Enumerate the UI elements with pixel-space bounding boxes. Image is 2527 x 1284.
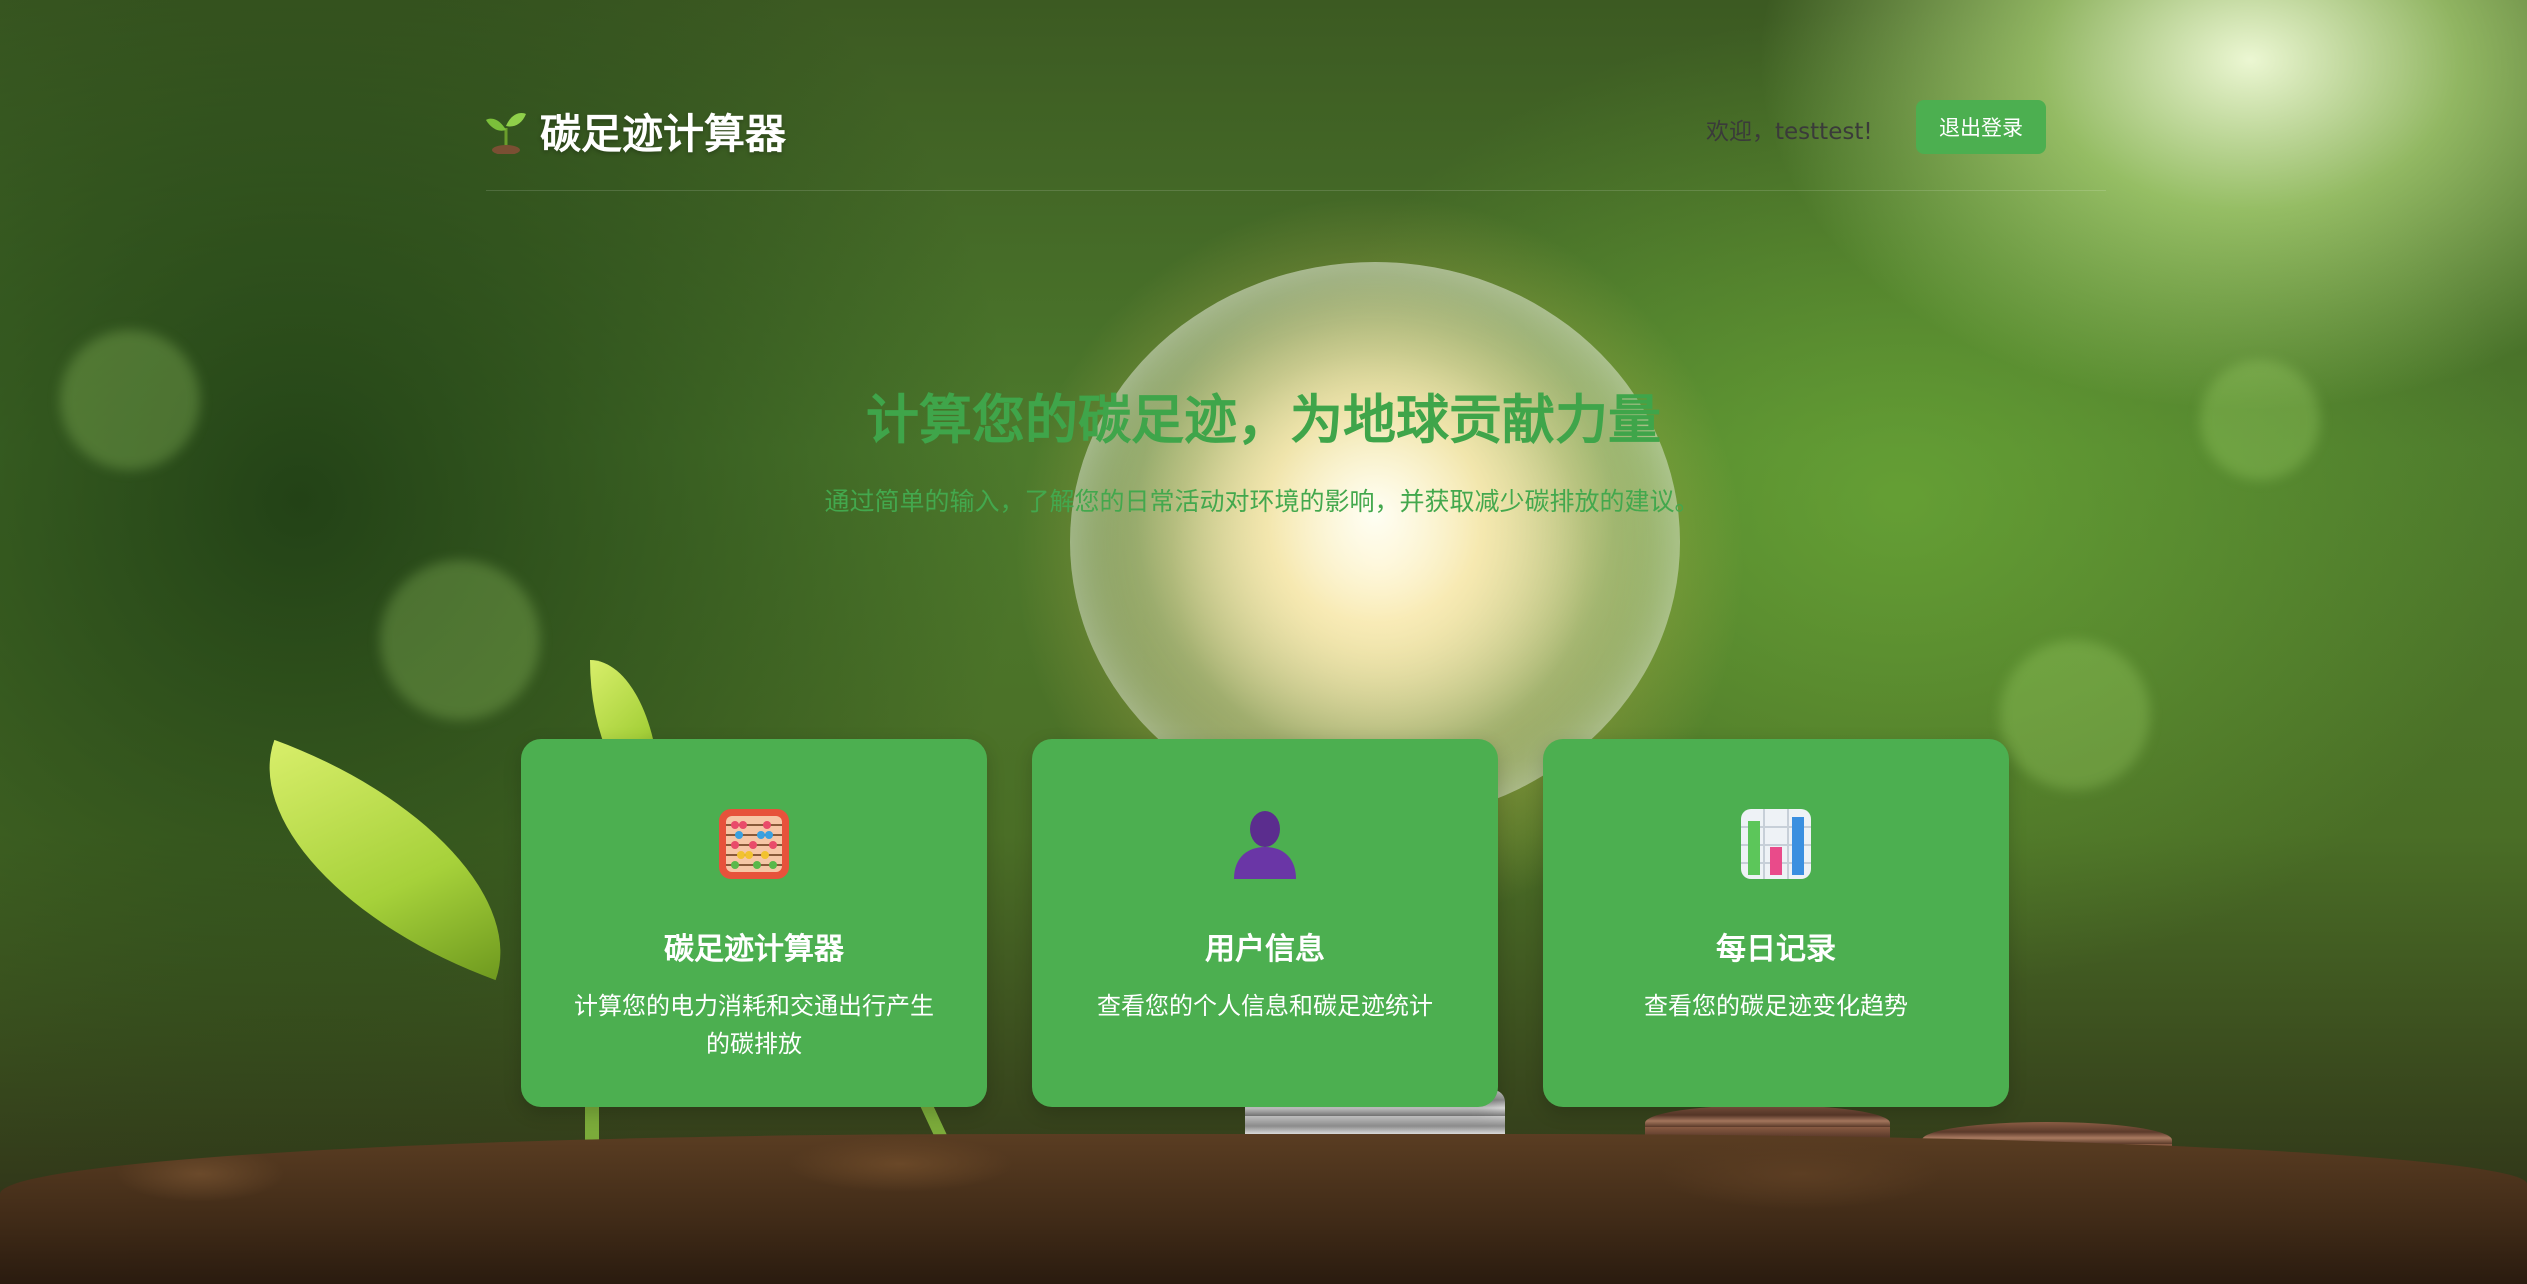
card-title: 碳足迹计算器 [664, 932, 844, 967]
abacus-icon [717, 807, 791, 881]
card-title: 用户信息 [1205, 932, 1325, 967]
light-bulb-illustration [1070, 262, 1680, 822]
card-description: 查看您的个人信息和碳足迹统计 [1097, 992, 1433, 1020]
seedling-icon [486, 106, 526, 155]
welcome-message: 欢迎，testtest! [1706, 119, 1873, 145]
top-navbar: 碳足迹计算器 欢迎，testtest! 退出登录 [486, 90, 2106, 191]
card-user-info[interactable]: 用户信息 查看您的个人信息和碳足迹统计 [1032, 739, 1498, 1107]
card-description: 计算您的电力消耗和交通出行产生的碳排放 [574, 992, 934, 1058]
bokeh-light [380, 560, 540, 720]
soil-ground [0, 1134, 2527, 1284]
card-calculator[interactable]: 碳足迹计算器 计算您的电力消耗和交通出行产生的碳排放 [521, 739, 987, 1107]
bokeh-light [2000, 640, 2150, 790]
bar-chart-icon [1739, 807, 1813, 881]
hero-subtitle: 通过简单的输入，了解您的日常活动对环境的影响，并获取减少碳排放的建议。 [824, 487, 1700, 516]
user-silhouette-icon [1228, 807, 1302, 881]
card-title: 每日记录 [1716, 932, 1836, 967]
hero-title: 计算您的碳足迹，为地球贡献力量 [866, 390, 1661, 451]
plant-leaf [223, 739, 547, 981]
app-logo[interactable]: 碳足迹计算器 [486, 100, 786, 160]
app-title: 碳足迹计算器 [540, 110, 786, 158]
card-description: 查看您的碳足迹变化趋势 [1644, 992, 1908, 1020]
logout-button[interactable]: 退出登录 [1916, 100, 2046, 154]
card-daily-records[interactable]: 每日记录 查看您的碳足迹变化趋势 [1543, 739, 2009, 1107]
